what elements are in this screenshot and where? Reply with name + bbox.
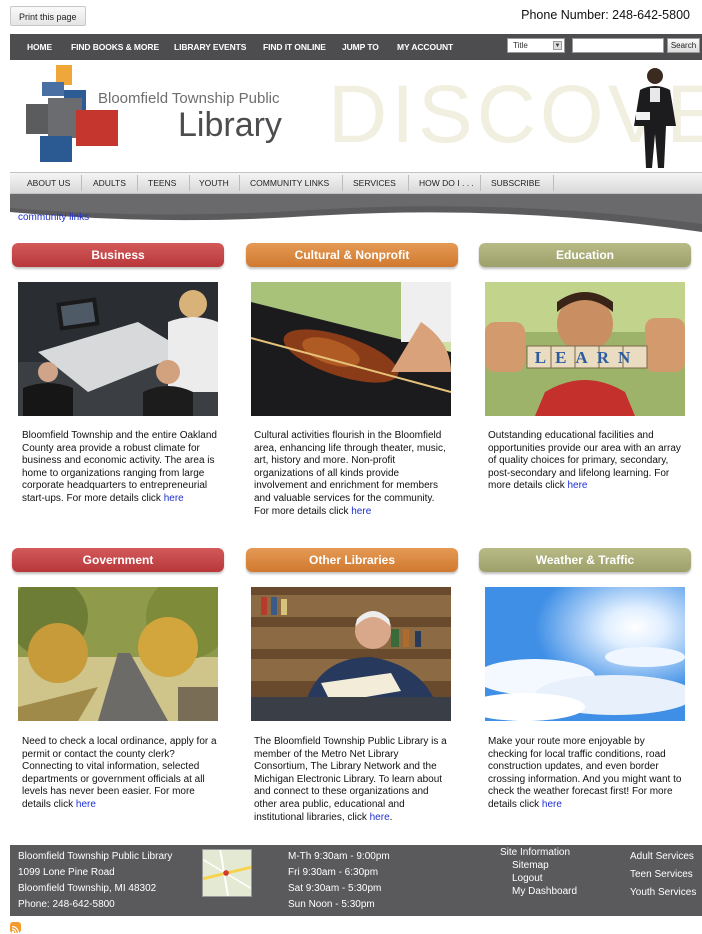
weather-traffic-description-text: Make your route more enjoyable by checki… bbox=[488, 736, 682, 810]
government-description-text: Need to check a local ordinance, apply f… bbox=[22, 736, 217, 810]
nav-library-events[interactable]: LIBRARY EVENTS bbox=[174, 42, 246, 52]
phone-number: Phone Number: 248-642-5800 bbox=[521, 8, 690, 22]
subnav-divider bbox=[239, 175, 240, 191]
subnav-subscribe[interactable]: SUBSCRIBE bbox=[491, 178, 540, 188]
footer-street: 1099 Lone Pine Road bbox=[18, 867, 115, 878]
subnav-divider bbox=[408, 175, 409, 191]
sunny-sky-photo[interactable] bbox=[485, 587, 685, 721]
footer-city: Bloomfield Township, MI 48302 bbox=[18, 883, 157, 894]
logo-square-blue bbox=[42, 82, 64, 96]
man-reading-photo[interactable] bbox=[251, 587, 451, 721]
library-name-big: Library bbox=[178, 106, 282, 144]
header-banner: DISCOVER Bloomfield Township Public Libr… bbox=[10, 60, 702, 172]
cultural-description-text: Cultural activities flourish in the Bloo… bbox=[254, 430, 446, 517]
location-map-thumbnail[interactable] bbox=[202, 849, 252, 897]
other-libraries-description-text: The Bloomfield Township Public Library i… bbox=[254, 736, 447, 823]
business-meeting-photo[interactable] bbox=[18, 282, 218, 416]
secondary-navigation: ABOUT US ADULTS TEENS YOUTH COMMUNITY LI… bbox=[10, 172, 702, 194]
hours-sun: Sun Noon - 5:30pm bbox=[288, 899, 375, 910]
learn-blocks-text: LEARN bbox=[535, 348, 640, 367]
subnav-services[interactable]: SERVICES bbox=[353, 178, 396, 188]
sitemap-link[interactable]: Sitemap bbox=[512, 860, 549, 871]
subnav-teens[interactable]: TEENS bbox=[148, 178, 176, 188]
site-information-link[interactable]: Site Information bbox=[500, 847, 570, 858]
business-here-link[interactable]: here bbox=[164, 493, 184, 504]
category-other-libraries-button[interactable]: Other Libraries bbox=[246, 548, 458, 572]
rss-glyph bbox=[11, 925, 20, 934]
youth-services-link[interactable]: Youth Services bbox=[630, 887, 696, 898]
search-input[interactable] bbox=[572, 38, 664, 53]
education-here-link[interactable]: here bbox=[567, 480, 587, 491]
search-scope-select[interactable]: Title ▼ bbox=[507, 38, 565, 53]
hours-sat: Sat 9:30am - 5:30pm bbox=[288, 883, 382, 894]
search-button[interactable]: Search bbox=[667, 38, 700, 53]
footer-library-name: Bloomfield Township Public Library bbox=[18, 851, 173, 862]
subnav-divider bbox=[81, 175, 82, 191]
footer-phone: Phone: 248-642-5800 bbox=[18, 899, 115, 910]
logo-square-red bbox=[76, 110, 118, 146]
subnav-how-do-i[interactable]: HOW DO I . . . bbox=[419, 178, 474, 188]
subnav-divider bbox=[480, 175, 481, 191]
main-navigation: HOME FIND BOOKS & MORE LIBRARY EVENTS FI… bbox=[10, 34, 702, 60]
site-footer: Bloomfield Township Public Library 1099 … bbox=[10, 845, 702, 916]
hours-mon-thu: M-Th 9:30am - 9:00pm bbox=[288, 851, 390, 862]
header-swoosh bbox=[10, 194, 702, 232]
subnav-divider bbox=[189, 175, 190, 191]
weather-traffic-here-link[interactable]: here bbox=[542, 799, 562, 810]
category-government-button[interactable]: Government bbox=[12, 548, 224, 572]
cultural-description: Cultural activities flourish in the Bloo… bbox=[254, 430, 450, 518]
other-libraries-description: The Bloomfield Township Public Library i… bbox=[254, 736, 450, 824]
logout-link[interactable]: Logout bbox=[512, 873, 543, 884]
rss-icon[interactable] bbox=[10, 922, 21, 934]
subnav-divider bbox=[342, 175, 343, 191]
print-page-button[interactable]: Print this page bbox=[10, 6, 86, 26]
subnav-about-us[interactable]: ABOUT US bbox=[27, 178, 70, 188]
logo-square-navy bbox=[40, 136, 72, 162]
teen-services-link[interactable]: Teen Services bbox=[630, 869, 693, 880]
nav-find-it-online[interactable]: FIND IT ONLINE bbox=[263, 42, 326, 52]
search-scope-value: Title bbox=[513, 41, 528, 50]
chevron-down-icon: ▼ bbox=[553, 41, 562, 50]
subnav-divider bbox=[553, 175, 554, 191]
category-weather-traffic-button[interactable]: Weather & Traffic bbox=[479, 548, 691, 572]
nav-home[interactable]: HOME bbox=[27, 42, 52, 52]
category-business-button[interactable]: Business bbox=[12, 243, 224, 267]
government-here-link[interactable]: here bbox=[76, 799, 96, 810]
nav-my-account[interactable]: MY ACCOUNT bbox=[397, 42, 453, 52]
adult-services-link[interactable]: Adult Services bbox=[630, 851, 694, 862]
learn-blocks-photo[interactable]: LEARN bbox=[485, 282, 685, 416]
other-libraries-period: . bbox=[389, 811, 393, 823]
subnav-divider bbox=[137, 175, 138, 191]
violin-photo[interactable] bbox=[251, 282, 451, 416]
weather-traffic-description: Make your route more enjoyable by checki… bbox=[488, 736, 684, 812]
top-bar: Print this page Phone Number: 248-642-58… bbox=[0, 0, 702, 32]
subnav-youth[interactable]: YOUTH bbox=[199, 178, 229, 188]
library-name-small: Bloomfield Township Public bbox=[98, 90, 280, 107]
subnav-adults[interactable]: ADULTS bbox=[93, 178, 126, 188]
subnav-community-links[interactable]: COMMUNITY LINKS bbox=[250, 178, 329, 188]
category-cultural-button[interactable]: Cultural & Nonprofit bbox=[246, 243, 458, 267]
nav-jump-to[interactable]: JUMP TO bbox=[342, 42, 379, 52]
nav-find-books[interactable]: FIND BOOKS & MORE bbox=[71, 42, 159, 52]
other-libraries-here-link[interactable]: here bbox=[370, 812, 390, 823]
logo-square-gray bbox=[26, 104, 48, 134]
breadcrumb-community-links[interactable]: community links bbox=[18, 212, 89, 223]
hours-fri: Fri 9:30am - 6:30pm bbox=[288, 867, 379, 878]
education-description: Outstanding educational facilities and o… bbox=[488, 430, 684, 493]
business-description-text: Bloomfield Township and the entire Oakla… bbox=[22, 430, 217, 504]
businessman-photo bbox=[634, 68, 676, 168]
business-description: Bloomfield Township and the entire Oakla… bbox=[22, 430, 218, 506]
government-description: Need to check a local ordinance, apply f… bbox=[22, 736, 218, 812]
autumn-road-photo[interactable] bbox=[18, 587, 218, 721]
cultural-here-link[interactable]: here bbox=[351, 506, 371, 517]
category-education-button[interactable]: Education bbox=[479, 243, 691, 267]
my-dashboard-link[interactable]: My Dashboard bbox=[512, 886, 577, 897]
